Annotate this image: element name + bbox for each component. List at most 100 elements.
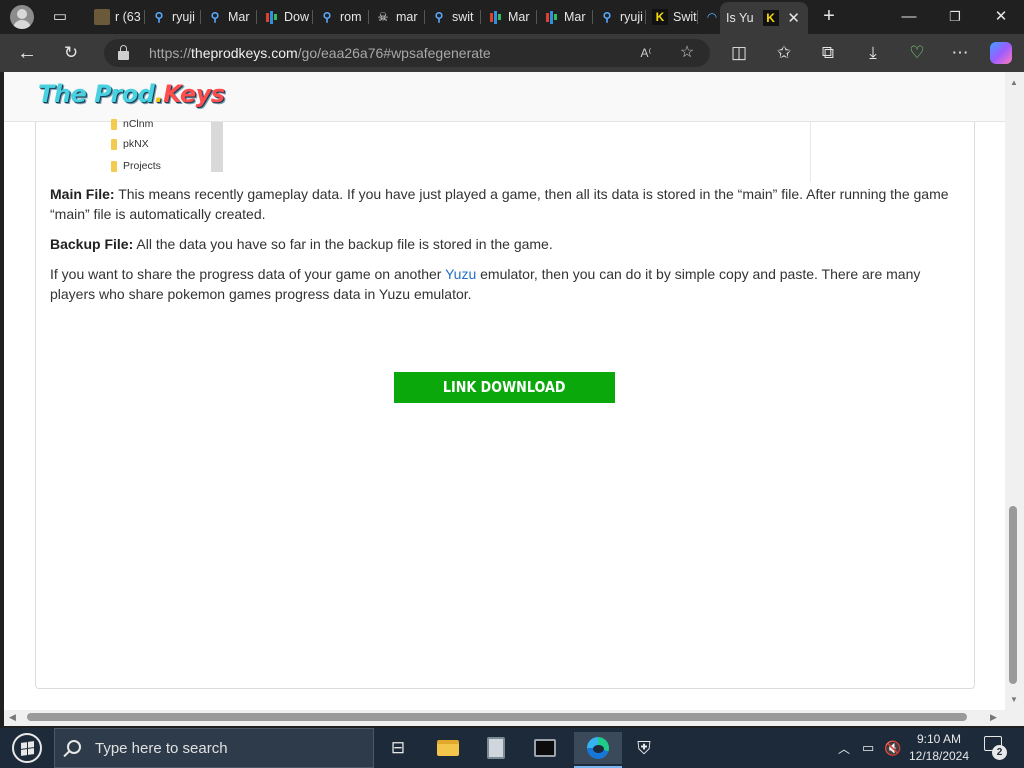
system-clock[interactable]: 9:10 AM 12/18/2024 <box>904 731 974 765</box>
browser-tab[interactable]: ⚲ ryuji <box>145 3 201 31</box>
browser-tab[interactable]: r (63 <box>88 3 145 31</box>
browser-tab[interactable]: ⚲ Mar <box>201 3 257 31</box>
main-file-paragraph: Main File: This means recently gameplay … <box>50 184 960 224</box>
browser-tab[interactable]: Mar <box>481 3 537 31</box>
notification-count-badge: 2 <box>992 745 1007 760</box>
explorer-scrollbar <box>211 122 223 172</box>
folder-icon <box>94 9 110 25</box>
site-header: The Prod.Keys <box>4 72 1005 122</box>
copilot-icon[interactable] <box>990 42 1012 64</box>
edge-logo-icon <box>587 737 609 759</box>
logo-text-part3: Keys <box>163 80 225 108</box>
url-text[interactable]: https://theprodkeys.com/go/eaa26a76#wpsa… <box>149 45 491 61</box>
close-tab-icon[interactable]: ✕ <box>787 9 800 27</box>
folder-name: Projects <box>123 160 161 172</box>
file-explorer-icon[interactable] <box>428 732 468 764</box>
page-vertical-scrollbar[interactable]: ▲ ▼ <box>1005 72 1024 710</box>
main-file-text: This means recently gameplay data. If yo… <box>50 186 949 222</box>
scroll-up-arrow-icon[interactable]: ▲ <box>1010 78 1018 87</box>
taskbar-search-box[interactable]: Type here to search <box>54 728 374 768</box>
browser-tab[interactable]: ⚲ swit <box>425 3 481 31</box>
link-download-button[interactable]: LINK DOWNLOAD <box>394 372 615 403</box>
back-arrow-icon[interactable]: ← <box>16 42 38 64</box>
edge-browser-icon[interactable] <box>574 732 622 768</box>
browser-tab[interactable]: Dow <box>257 3 313 31</box>
explorer-folder-row: Projects <box>111 158 161 174</box>
tab-title: Mar <box>228 10 250 24</box>
browser-tab[interactable]: ⚲ rom <box>313 3 369 31</box>
tab-title: r (63 <box>115 10 141 24</box>
security-shield-icon[interactable]: ⛨ <box>624 732 664 764</box>
terminal-icon[interactable] <box>525 732 565 764</box>
split-screen-icon[interactable]: ◫ <box>728 42 750 64</box>
collections-icon[interactable]: ⧉ <box>817 42 839 64</box>
browser-tab[interactable]: ⚲ ryuji <box>593 3 646 31</box>
read-aloud-icon[interactable]: A⁽ <box>636 43 656 63</box>
k-logo-icon: K <box>762 10 779 26</box>
browser-tab[interactable]: Mar <box>537 3 593 31</box>
folder-icon <box>111 160 117 172</box>
more-options-icon[interactable]: ⋯ <box>949 42 971 64</box>
new-tab-button[interactable]: + <box>818 6 840 28</box>
browser-tab[interactable]: ◠ <box>698 3 720 31</box>
search-icon: ⚲ <box>602 10 612 24</box>
tab-title: ryuji <box>620 10 643 24</box>
site-logo[interactable]: The Prod.Keys <box>38 80 225 108</box>
task-view-icon[interactable]: ⊟ <box>378 732 418 764</box>
close-window-button[interactable]: ✕ <box>990 6 1012 28</box>
loading-icon: ◠ <box>706 10 718 24</box>
notification-center-icon[interactable]: 2 <box>984 736 1007 760</box>
volume-muted-icon[interactable]: 🔇 <box>884 728 901 768</box>
browser-essentials-icon[interactable]: ♡ <box>906 42 928 64</box>
page-horizontal-scrollbar[interactable]: ◀ ▶ <box>4 710 1024 726</box>
search-icon: ⚲ <box>154 10 164 24</box>
scroll-right-arrow-icon[interactable]: ▶ <box>990 712 997 723</box>
yuzu-link[interactable]: Yuzu <box>445 266 476 282</box>
browser-tab[interactable]: K Swit <box>646 3 698 31</box>
browser-tab-strip: ▭ r (63 ⚲ ryuji ⚲ Mar Dow ⚲ rom ☠ mar ⚲ … <box>0 0 1024 34</box>
logo-text-part1: The Prod <box>38 80 155 108</box>
tab-title: mar <box>396 10 418 24</box>
folder-icon <box>111 118 117 130</box>
start-button[interactable] <box>8 732 46 764</box>
tab-title: Swit <box>673 10 697 24</box>
scrollbar-thumb[interactable] <box>27 713 967 721</box>
browser-tab-active[interactable]: Is Yu K ✕ <box>720 2 808 34</box>
show-hidden-icons-chevron-up-icon[interactable]: ︿ <box>838 728 850 768</box>
scrollbar-thumb[interactable] <box>1009 506 1017 684</box>
tab-title: rom <box>340 10 362 24</box>
favorite-star-icon[interactable]: ☆ <box>677 43 697 63</box>
backup-file-text: All the data you have so far in the back… <box>133 236 553 252</box>
web-page: The Prod.Keys nClnm pkNX Projects Main F… <box>4 72 1005 710</box>
favorites-icon[interactable]: ✩ <box>773 42 795 64</box>
minimize-window-button[interactable]: — <box>898 6 920 28</box>
refresh-icon[interactable]: ↻ <box>60 42 82 64</box>
search-icon: ⚲ <box>322 10 332 24</box>
browser-toolbar: ← ↻ https://theprodkeys.com/go/eaa26a76#… <box>0 34 1024 72</box>
bar-chart-icon <box>543 9 559 25</box>
tab-title: Dow <box>284 10 310 24</box>
tab-title: ryuji <box>172 10 195 24</box>
search-icon: ⚲ <box>210 10 220 24</box>
search-icon <box>67 740 81 754</box>
backup-file-paragraph: Backup File: All the data you have so fa… <box>50 234 960 254</box>
windows-taskbar: Type here to search ⊟ ⛨ ︿ ▭ 🔇 9:10 AM 12… <box>0 728 1024 768</box>
browser-tab[interactable]: ☠ mar <box>369 3 425 31</box>
share-paragraph: If you want to share the progress data o… <box>50 264 960 304</box>
download-button-label: LINK DOWNLOAD <box>443 378 566 396</box>
lock-icon[interactable] <box>118 45 129 60</box>
clock-time: 9:10 AM <box>916 732 962 746</box>
profile-avatar-icon[interactable] <box>10 5 34 29</box>
search-placeholder: Type here to search <box>95 740 228 757</box>
scroll-left-arrow-icon[interactable]: ◀ <box>9 712 16 723</box>
bar-chart-icon <box>487 9 503 25</box>
network-icon[interactable]: ▭ <box>862 728 874 768</box>
document-app-icon[interactable] <box>476 732 516 764</box>
tab-actions-icon[interactable]: ▭ <box>50 7 70 27</box>
downloads-icon[interactable]: ⤓ <box>862 42 884 64</box>
restore-window-button[interactable]: ❐ <box>944 6 966 28</box>
scroll-down-arrow-icon[interactable]: ▼ <box>1010 695 1018 704</box>
clock-date: 12/18/2024 <box>908 749 970 763</box>
k-logo-icon: K <box>652 9 668 25</box>
address-bar[interactable]: https://theprodkeys.com/go/eaa26a76#wpsa… <box>104 39 710 67</box>
